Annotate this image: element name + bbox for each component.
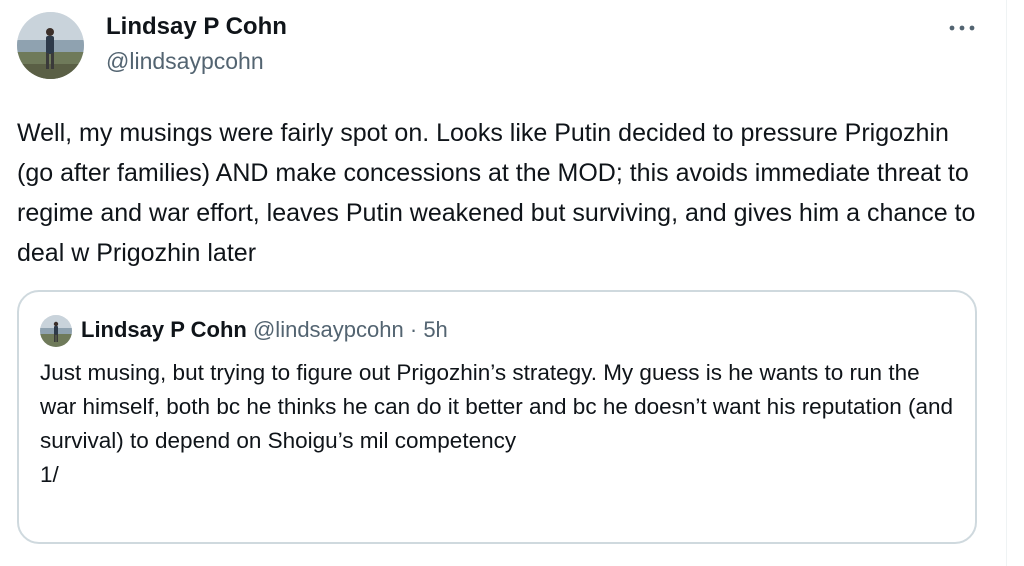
tweet: Lindsay P Cohn @lindsaypcohn Well, my mu… — [0, 0, 1006, 566]
more-options-button[interactable] — [944, 14, 980, 42]
quoted-text-paragraph: Just musing, but trying to figure out Pr… — [40, 360, 954, 453]
timeline-border — [1006, 0, 1024, 566]
quoted-author-handle: @lindsaypcohn — [252, 317, 404, 342]
avatar-photo — [17, 12, 84, 79]
author-name[interactable]: Lindsay P Cohn — [106, 13, 287, 41]
ellipsis-icon — [949, 25, 975, 31]
quoted-timestamp: 5h — [423, 317, 448, 342]
quoted-tweet-text: Just musing, but trying to figure out Pr… — [40, 356, 960, 492]
author-handle[interactable]: @lindsaypcohn — [106, 47, 264, 75]
quoted-author-name: Lindsay P Cohn — [81, 317, 247, 342]
quoted-author-avatar — [40, 315, 72, 347]
quoted-avatar-photo — [40, 315, 72, 347]
quoted-tweet-header: Lindsay P Cohn @lindsaypcohn · 5h — [81, 316, 448, 344]
quoted-tweet-card[interactable]: Lindsay P Cohn @lindsaypcohn · 5h Just m… — [17, 290, 977, 544]
tweet-text: Well, my musings were fairly spot on. Lo… — [17, 119, 976, 267]
quoted-separator: · — [409, 317, 418, 342]
author-avatar[interactable] — [17, 12, 84, 79]
quoted-text-thread-marker: 1/ — [40, 462, 59, 487]
